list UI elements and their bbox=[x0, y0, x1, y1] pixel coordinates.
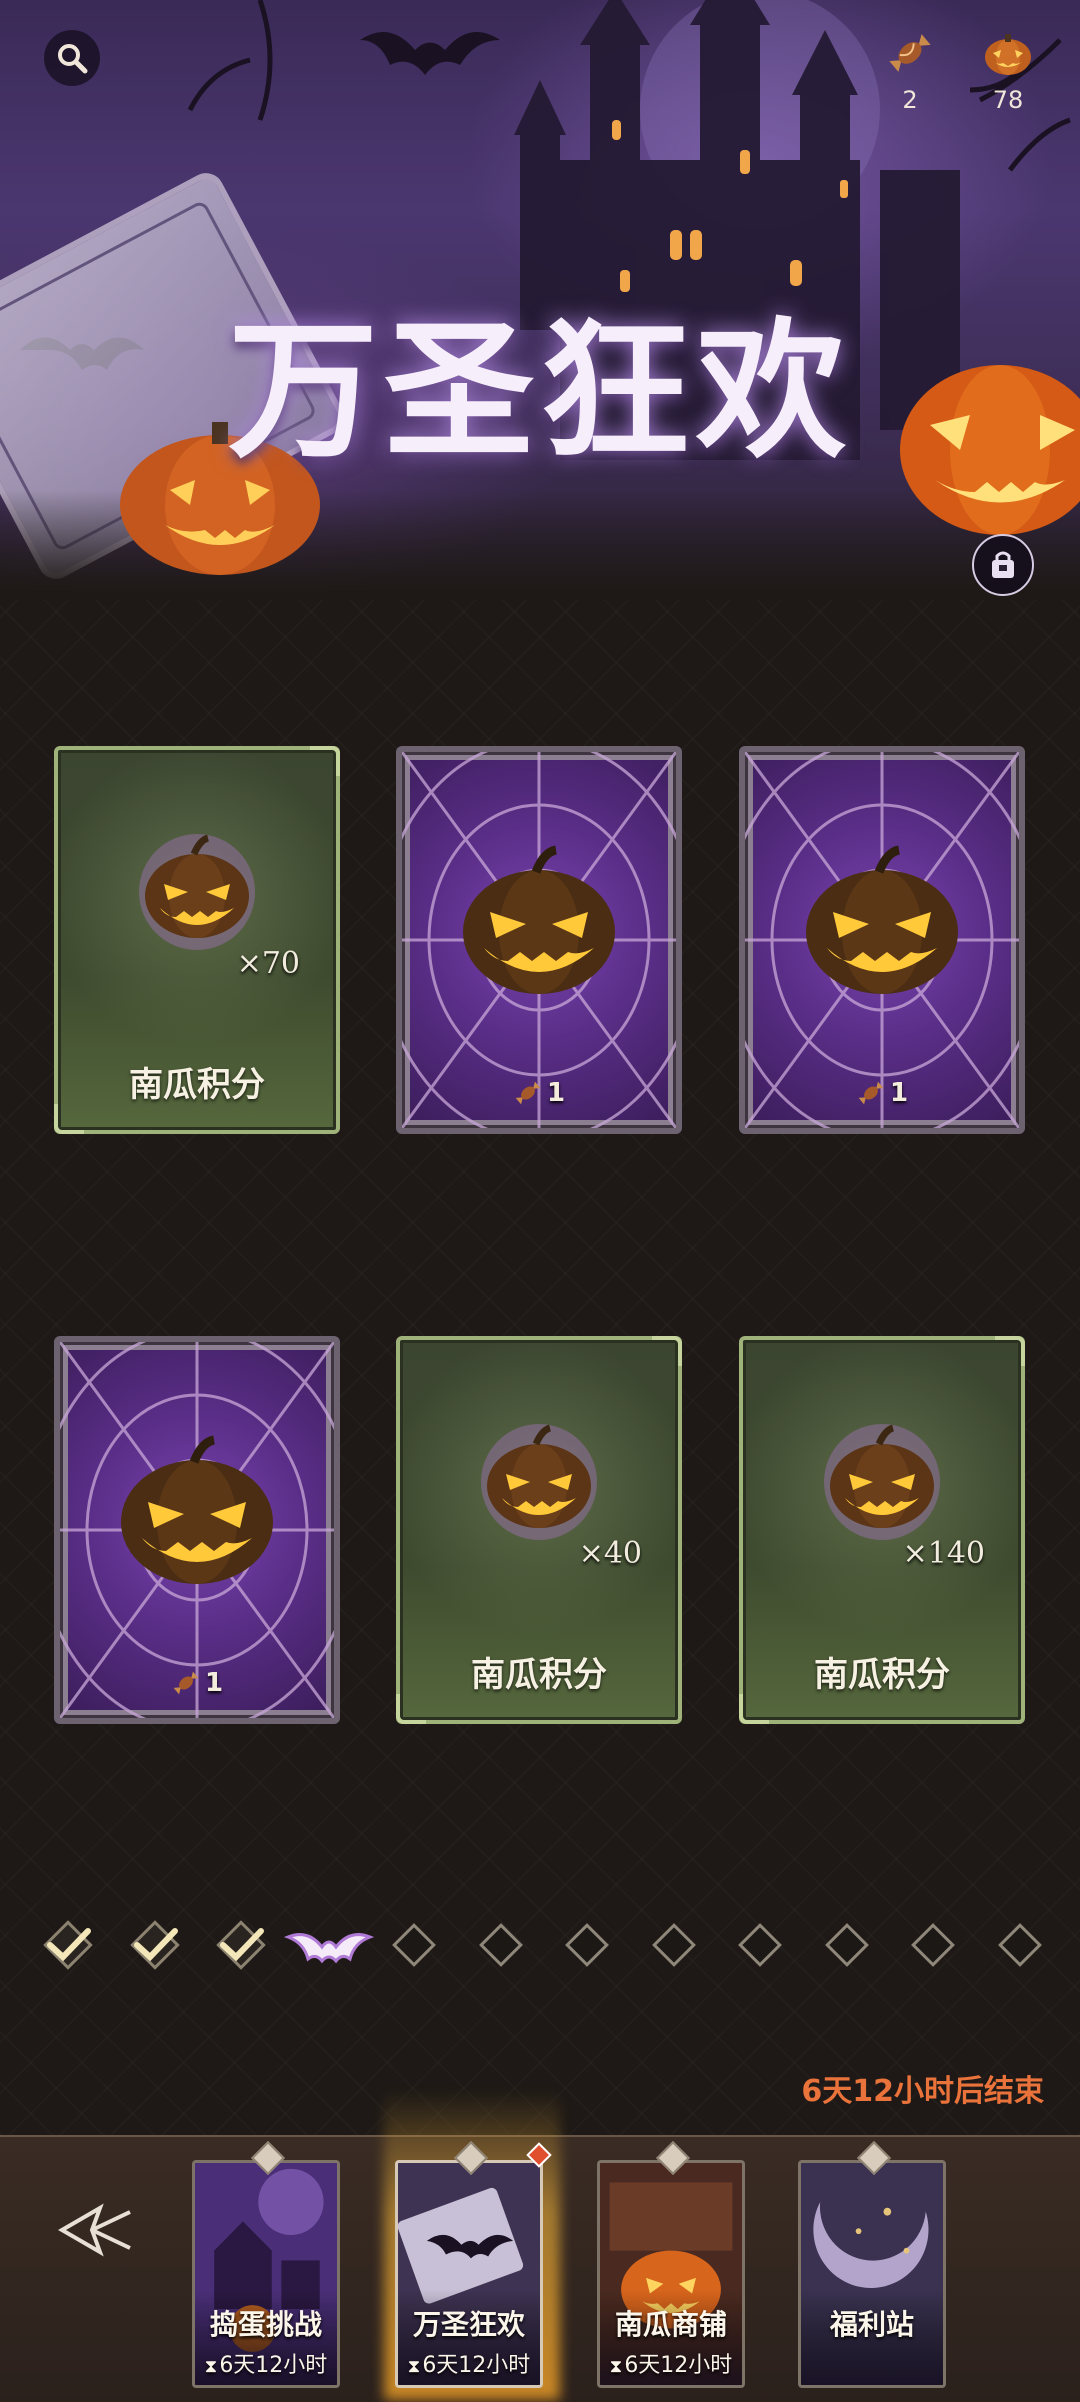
bag-icon bbox=[992, 551, 1014, 578]
search-icon bbox=[58, 44, 88, 74]
candy-currency[interactable]: 2 bbox=[870, 28, 950, 114]
card-reward-pumpkin-points[interactable]: ×40 南瓜积分 bbox=[396, 1336, 682, 1724]
progress-step-pending bbox=[990, 1915, 1050, 1975]
inventory-button[interactable] bbox=[972, 534, 1034, 596]
progress-step-pending bbox=[644, 1915, 704, 1975]
card-cost: 1 bbox=[745, 1078, 1019, 1109]
progress-step-pending bbox=[471, 1915, 531, 1975]
reward-multiplier: ×40 bbox=[578, 1536, 642, 1571]
diamond-icon bbox=[392, 1923, 436, 1967]
checkmark-icon bbox=[43, 1920, 93, 1970]
card-hidden[interactable]: 1 bbox=[396, 746, 682, 1134]
diamond-icon bbox=[565, 1923, 609, 1967]
pumpkin-icon bbox=[824, 1424, 940, 1540]
checkmark-icon bbox=[216, 1920, 266, 1970]
tab-label: 捣蛋挑战 bbox=[209, 2308, 322, 2341]
pumpkin-points-count: 78 bbox=[992, 86, 1024, 114]
reward-multiplier: ×140 bbox=[902, 1536, 985, 1571]
hourglass-icon: ⧗ bbox=[609, 2356, 623, 2377]
diamond-icon bbox=[998, 1923, 1042, 1967]
cost-value: 1 bbox=[204, 1667, 224, 1698]
card-cost: 1 bbox=[402, 1078, 676, 1109]
cost-value: 1 bbox=[546, 1077, 566, 1108]
tab-countdown: ⧗6天12小时 bbox=[609, 2353, 733, 2378]
card-hidden[interactable]: 1 bbox=[54, 1336, 340, 1724]
candy-icon bbox=[858, 1081, 884, 1105]
progress-step-completed bbox=[38, 1915, 98, 1975]
cost-value: 1 bbox=[889, 1077, 909, 1108]
candy-icon bbox=[173, 1671, 199, 1695]
tab-trick-challenge[interactable]: 捣蛋挑战 ⧗6天12小时 bbox=[192, 2160, 340, 2388]
pumpkin-icon bbox=[806, 845, 958, 994]
candy-icon bbox=[515, 1081, 541, 1105]
reward-multiplier: ×70 bbox=[236, 946, 300, 981]
hourglass-icon: ⧗ bbox=[407, 2356, 421, 2377]
progress-step-pending bbox=[817, 1915, 877, 1975]
pumpkin-icon bbox=[481, 1424, 597, 1540]
diamond-icon bbox=[738, 1923, 782, 1967]
progress-step-pending bbox=[384, 1915, 444, 1975]
progress-step-completed bbox=[211, 1915, 271, 1975]
tab-welfare-station[interactable]: 福利站 bbox=[798, 2160, 946, 2388]
tab-pumpkin-shop[interactable]: 南瓜商铺 ⧗6天12小时 bbox=[597, 2160, 745, 2388]
tab-countdown: ⧗6天12小时 bbox=[407, 2353, 531, 2378]
progress-track bbox=[0, 1915, 1080, 1975]
progress-step-pending bbox=[557, 1915, 617, 1975]
pumpkin-icon bbox=[139, 834, 255, 950]
tab-label: 福利站 bbox=[829, 2308, 914, 2341]
diamond-icon bbox=[911, 1923, 955, 1967]
reward-label: 南瓜积分 bbox=[814, 1655, 950, 1695]
progress-step-current bbox=[284, 1915, 374, 1975]
checkmark-icon bbox=[130, 1920, 180, 1970]
progress-step-pending bbox=[903, 1915, 963, 1975]
reward-label: 南瓜积分 bbox=[471, 1655, 607, 1695]
event-end-countdown: 6天12小时后结束 bbox=[801, 2074, 1044, 2109]
pumpkin-currency[interactable]: 78 bbox=[968, 28, 1048, 114]
tab-label: 南瓜商铺 bbox=[614, 2308, 727, 2341]
candy-icon bbox=[889, 34, 931, 72]
tab-art-crescent-moon bbox=[801, 2163, 943, 2385]
card-reward-pumpkin-points[interactable]: ×140 南瓜积分 bbox=[739, 1336, 1025, 1724]
hourglass-icon: ⧗ bbox=[204, 2356, 218, 2377]
search-button[interactable] bbox=[44, 30, 100, 86]
progress-step-completed bbox=[125, 1915, 185, 1975]
diamond-icon bbox=[825, 1923, 869, 1967]
back-arrow-icon[interactable] bbox=[52, 2190, 142, 2270]
diamond-icon bbox=[479, 1923, 523, 1967]
diamond-icon bbox=[652, 1923, 696, 1967]
candy-count: 2 bbox=[902, 86, 918, 114]
reward-label: 南瓜积分 bbox=[129, 1065, 265, 1105]
progress-step-pending bbox=[730, 1915, 790, 1975]
event-title: 万圣狂欢 bbox=[227, 303, 852, 479]
pumpkin-icon bbox=[121, 1435, 273, 1584]
bat-icon bbox=[284, 1933, 374, 1964]
pumpkin-icon bbox=[985, 34, 1031, 75]
tab-halloween-carnival[interactable]: 万圣狂欢 ⧗6天12小时 bbox=[395, 2160, 543, 2388]
tab-label: 万圣狂欢 bbox=[412, 2308, 525, 2341]
card-reward-pumpkin-points[interactable]: ×70 南瓜积分 bbox=[54, 746, 340, 1134]
card-cost: 1 bbox=[60, 1668, 334, 1699]
pumpkin-icon bbox=[463, 845, 615, 994]
card-hidden[interactable]: 1 bbox=[739, 746, 1025, 1134]
tab-countdown: ⧗6天12小时 bbox=[204, 2353, 328, 2378]
